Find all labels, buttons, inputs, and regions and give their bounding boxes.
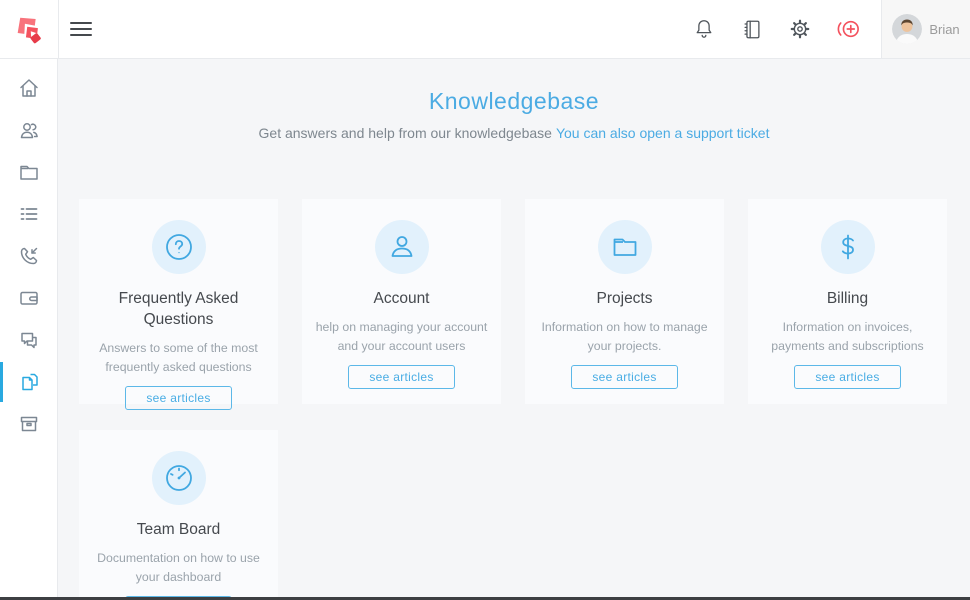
avatar (892, 14, 922, 44)
see-articles-button-projects[interactable]: see articles (571, 365, 677, 389)
bell-icon (693, 18, 715, 40)
notifications-button[interactable] (687, 12, 721, 46)
app-window: Brian (0, 0, 970, 600)
user-name: Brian (929, 22, 959, 37)
open-support-ticket-link[interactable]: You can also open a support ticket (556, 125, 770, 141)
brand-logo-icon (10, 10, 48, 48)
sidebar-item-tasks[interactable] (0, 193, 57, 235)
card-icon-circle (821, 220, 875, 274)
home-icon (18, 77, 40, 99)
card-title: Projects (539, 289, 710, 310)
question-circle-icon (164, 232, 194, 262)
quick-add-button[interactable] (831, 12, 865, 46)
sidebar-item-messages[interactable] (0, 319, 57, 361)
notes-button[interactable] (735, 12, 769, 46)
menu-toggle-button[interactable] (70, 22, 92, 36)
sidebar-item-contacts[interactable] (0, 109, 57, 151)
card-description: Documentation on how to use your dashboa… (92, 549, 265, 588)
gear-icon (789, 18, 811, 40)
page-subtitle: Get answers and help from our knowledgeb… (58, 125, 970, 141)
list-icon (18, 203, 40, 225)
page-title: Knowledgebase (58, 88, 970, 115)
folder-icon (18, 161, 40, 183)
card-projects: Projects Information on how to manage yo… (525, 199, 724, 404)
chat-icon (18, 329, 40, 351)
card-title: Frequently Asked Questions (93, 289, 264, 331)
see-articles-button-faq[interactable]: see articles (125, 386, 231, 410)
user-menu[interactable]: Brian (881, 0, 970, 58)
card-icon-circle (375, 220, 429, 274)
sidebar-item-knowledgebase[interactable] (0, 361, 57, 403)
card-title: Account (316, 289, 487, 310)
card-icon-circle (152, 220, 206, 274)
users-icon (18, 119, 40, 141)
sidebar-item-payments[interactable] (0, 277, 57, 319)
see-articles-button-billing[interactable]: see articles (794, 365, 900, 389)
card-title: Billing (762, 289, 933, 310)
main-content: Knowledgebase Get answers and help from … (58, 59, 970, 600)
card-title: Team Board (93, 520, 264, 541)
card-description: Information on how to manage your projec… (538, 318, 711, 357)
top-bar: Brian (0, 0, 970, 59)
sidebar-item-home[interactable] (0, 67, 57, 109)
side-nav (0, 59, 58, 600)
card-faq: Frequently Asked Questions Answers to so… (79, 199, 278, 404)
card-description: help on managing your account and your a… (315, 318, 488, 357)
documents-icon (18, 371, 40, 393)
folder-icon (610, 232, 640, 262)
phone-incoming-icon (18, 245, 40, 267)
settings-button[interactable] (783, 12, 817, 46)
brand-logo[interactable] (0, 0, 59, 58)
quick-add-icon (835, 18, 862, 40)
dollar-icon (833, 232, 863, 262)
card-billing: Billing Information on invoices, payment… (748, 199, 947, 404)
card-icon-circle (598, 220, 652, 274)
notebook-icon (741, 18, 763, 40)
card-icon-circle (152, 451, 206, 505)
card-team-board: Team Board Documentation on how to use y… (79, 430, 278, 600)
card-grid: Frequently Asked Questions Answers to so… (79, 199, 949, 600)
card-description: Answers to some of the most frequently a… (92, 339, 265, 378)
sidebar-item-calls[interactable] (0, 235, 57, 277)
speedometer-icon (164, 463, 194, 493)
card-description: Information on invoices, payments and su… (761, 318, 934, 357)
archive-icon (18, 413, 40, 435)
wallet-icon (18, 287, 40, 309)
card-account: Account help on managing your account an… (302, 199, 501, 404)
subtitle-text: Get answers and help from our knowledgeb… (259, 125, 552, 141)
sidebar-item-archive[interactable] (0, 403, 57, 445)
sidebar-item-projects[interactable] (0, 151, 57, 193)
see-articles-button-account[interactable]: see articles (348, 365, 454, 389)
person-icon (387, 232, 417, 262)
